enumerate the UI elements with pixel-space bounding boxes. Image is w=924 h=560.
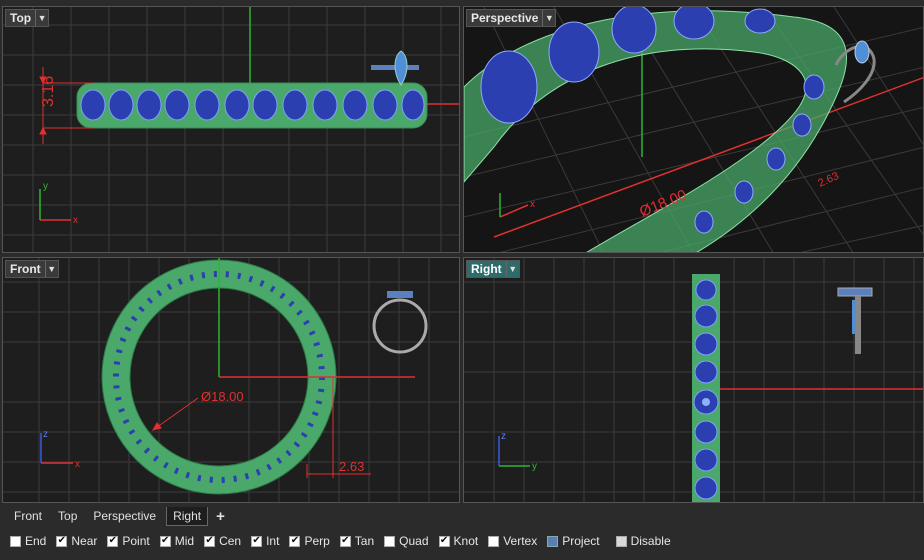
osnap-quad-checkbox[interactable]	[384, 535, 396, 547]
viewport-title-label: Perspective	[471, 11, 539, 25]
osnap-quad[interactable]: Quad	[384, 534, 429, 548]
axis-indicator: x y	[39, 181, 78, 226]
front-dim-width: 2.63	[339, 459, 364, 474]
osnap-point-checkbox[interactable]: ✔	[107, 535, 119, 547]
osnap-cen[interactable]: ✔ Cen	[204, 534, 241, 548]
viewport-right[interactable]: Right ▼ y z	[463, 257, 924, 503]
osnap-cen-checkbox[interactable]: ✔	[204, 535, 216, 547]
viewport-title-label: Top	[10, 11, 32, 25]
chevron-down-icon[interactable]: ▼	[505, 261, 519, 277]
osnap-knot-checkbox[interactable]: ✔	[438, 535, 450, 547]
axis-z-label: z	[43, 429, 48, 440]
front-scene: Ø18.00 2.63 x z	[3, 258, 459, 502]
chevron-down-icon[interactable]: ▼	[542, 10, 555, 26]
osnap-project-checkbox[interactable]	[547, 535, 559, 547]
viewport-title-front[interactable]: Front ▼	[5, 260, 59, 278]
front-dim-diameter: Ø18.00	[201, 389, 244, 404]
osnap-end[interactable]: End	[10, 534, 46, 548]
axis-x-label: x	[73, 215, 78, 226]
osnap-bar: End ✔ Near ✔ Point ✔ Mid ✔ Cen ✔ Int ✔ Perp ✔ T…	[0, 530, 924, 552]
tab-right[interactable]: Right	[166, 506, 209, 526]
add-tab-button[interactable]: +	[216, 508, 225, 525]
osnap-perp-checkbox[interactable]: ✔	[289, 535, 301, 547]
osnap-end-checkbox[interactable]	[10, 535, 21, 547]
axis-indicator: y z	[498, 431, 537, 472]
chevron-down-icon[interactable]: ▼	[35, 10, 48, 26]
axis-z-label: z	[501, 431, 506, 442]
tab-top[interactable]: Top	[52, 507, 83, 525]
viewport-perspective[interactable]: Perspective ▼ Ø18.00 2.63 x	[463, 6, 924, 253]
axis-indicator: x z	[40, 429, 80, 470]
osnap-tan[interactable]: ✔ Tan	[339, 534, 374, 548]
osnap-mid[interactable]: ✔ Mid	[159, 534, 194, 548]
ring-thumbnail	[372, 298, 428, 354]
osnap-vertex-checkbox[interactable]	[488, 535, 500, 547]
osnap-project[interactable]: Project	[547, 534, 600, 548]
osnap-vertex[interactable]: Vertex	[488, 534, 537, 548]
axis-x-label: x	[75, 459, 80, 470]
dimension-label-3-16: 3.16	[40, 76, 57, 107]
viewport-title-top[interactable]: Top ▼	[5, 9, 50, 27]
axis-x-label: x	[530, 199, 535, 210]
perspective-scene: Ø18.00 2.63 x	[464, 7, 923, 252]
viewport-title-label: Right	[471, 262, 502, 276]
viewport-front[interactable]: Front ▼ Ø18.00 2.63 x z	[2, 257, 460, 503]
viewport-title-perspective[interactable]: Perspective ▼	[466, 9, 557, 27]
viewport-top[interactable]: Top ▼ 3.16 x y	[2, 6, 460, 253]
tab-front[interactable]: Front	[8, 507, 48, 525]
viewport-tabs: Front Top Perspective Right +	[0, 505, 924, 527]
osnap-knot[interactable]: ✔ Knot	[438, 534, 478, 548]
grid	[3, 7, 459, 252]
osnap-near-checkbox[interactable]: ✔	[56, 535, 68, 547]
osnap-int[interactable]: ✔ Int	[251, 534, 279, 548]
right-scene: y z	[464, 258, 923, 502]
viewport-title-right[interactable]: Right ▼	[466, 260, 520, 278]
chevron-down-icon[interactable]: ▼	[44, 261, 58, 277]
viewport-title-label: Front	[10, 262, 41, 276]
osnap-disable-checkbox[interactable]	[615, 535, 627, 547]
tab-perspective[interactable]: Perspective	[87, 507, 162, 525]
osnap-int-checkbox[interactable]: ✔	[251, 535, 263, 547]
osnap-perp[interactable]: ✔ Perp	[289, 534, 330, 548]
diameter-leader	[151, 397, 199, 431]
osnap-disable[interactable]: Disable	[615, 534, 671, 548]
axis-y-label: y	[532, 461, 537, 472]
osnap-tan-checkbox[interactable]: ✔	[339, 535, 351, 547]
axis-y-label: y	[43, 181, 48, 192]
osnap-point[interactable]: ✔ Point	[107, 534, 150, 548]
osnap-mid-checkbox[interactable]: ✔	[159, 535, 171, 547]
ring-thumbnail	[837, 287, 873, 354]
ring-thumbnail	[371, 50, 419, 86]
top-scene: 3.16 x y	[3, 7, 459, 252]
osnap-near[interactable]: ✔ Near	[56, 534, 97, 548]
